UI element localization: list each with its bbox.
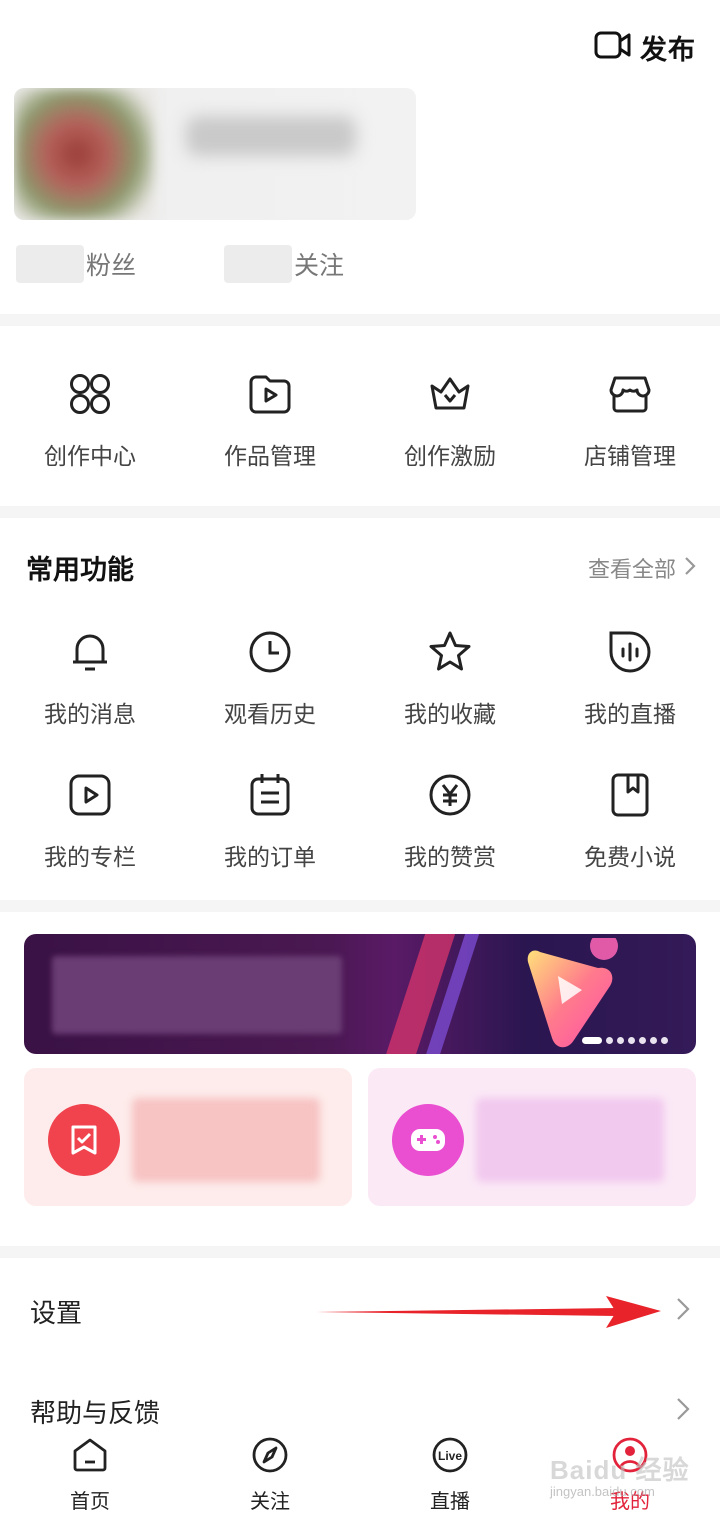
play-square-icon (66, 771, 114, 824)
pagination-dot (650, 1037, 657, 1044)
avatar[interactable] (14, 88, 154, 220)
live-wave-icon (606, 628, 654, 681)
card-text-blurred (132, 1098, 320, 1182)
username-blurred (186, 116, 356, 156)
live-logo-graphic (527, 938, 618, 1048)
common-functions-title: 常用功能 (26, 555, 134, 585)
creator-center-button[interactable]: 创作中心 (0, 370, 180, 471)
my-favorites-button[interactable]: 我的收藏 (360, 628, 540, 729)
store-icon (606, 370, 654, 423)
fans-label[interactable]: 粉丝 (86, 246, 136, 282)
bell-icon (66, 628, 114, 681)
card-text-blurred (476, 1098, 664, 1182)
my-rewards-button[interactable]: 我的赞赏 (360, 771, 540, 872)
yen-coin-icon (426, 771, 474, 824)
chevron-right-icon (676, 1397, 720, 1426)
creator-incentive-button[interactable]: 创作激励 (360, 370, 540, 471)
common-row-1: 我的消息 观看历史 我的收藏 我的直播 (0, 628, 720, 729)
see-all-link[interactable]: 查看全部 (588, 552, 696, 584)
chevron-right-icon (684, 556, 696, 581)
banner-pagination (582, 1037, 668, 1044)
pagination-dot (617, 1037, 624, 1044)
banner-text-blurred (52, 956, 342, 1034)
clock-icon (246, 628, 294, 681)
crown-icon (426, 370, 474, 423)
my-orders-button[interactable]: 我的订单 (180, 771, 360, 872)
my-messages-label: 我的消息 (44, 701, 136, 727)
svg-text:Live: Live (438, 1449, 462, 1463)
video-camera-icon (594, 30, 632, 65)
home-icon (71, 1436, 109, 1479)
my-column-label: 我的专栏 (44, 844, 136, 870)
chevron-right-icon (676, 1297, 720, 1326)
watch-history-label: 观看历史 (224, 701, 316, 727)
my-messages-button[interactable]: 我的消息 (0, 628, 180, 729)
nav-home-label: 首页 (70, 1491, 110, 1513)
my-live-button[interactable]: 我的直播 (540, 628, 720, 729)
promo-card-right[interactable] (368, 1068, 696, 1206)
nav-home[interactable]: 首页 (0, 1426, 180, 1521)
my-favorites-label: 我的收藏 (404, 701, 496, 727)
watermark: Baidu 经验 (550, 1455, 690, 1485)
section-divider (0, 1246, 720, 1258)
profile-card[interactable] (14, 88, 416, 220)
nav-live-label: 直播 (430, 1491, 470, 1513)
common-row-2: 我的专栏 我的订单 我的赞赏 免费小说 (0, 771, 720, 872)
section-divider (0, 900, 720, 912)
section-divider (0, 314, 720, 326)
free-novels-label: 免费小说 (584, 844, 676, 870)
bookmark-check-icon (48, 1104, 120, 1176)
publish-button[interactable]: 发布 (594, 28, 696, 67)
grid-four-icon (66, 370, 114, 423)
pagination-dot (661, 1037, 668, 1044)
pagination-dot (606, 1037, 613, 1044)
nav-live[interactable]: Live 直播 (360, 1426, 540, 1521)
order-calendar-icon (246, 771, 294, 824)
my-rewards-label: 我的赞赏 (404, 844, 496, 870)
compass-icon (251, 1436, 289, 1479)
star-icon (426, 628, 474, 681)
my-orders-label: 我的订单 (224, 844, 316, 870)
free-novels-button[interactable]: 免费小说 (540, 771, 720, 872)
play-folder-icon (246, 370, 294, 423)
store-manage-label: 店铺管理 (584, 443, 676, 469)
works-manage-label: 作品管理 (224, 443, 316, 469)
see-all-label: 查看全部 (587, 557, 676, 582)
following-label[interactable]: 关注 (294, 246, 344, 282)
book-bookmark-icon (606, 771, 654, 824)
pagination-dot (628, 1037, 635, 1044)
annotation-arrow (316, 1296, 661, 1328)
profile-stats: 粉丝 关注 (16, 244, 432, 284)
nav-follow-label: 关注 (250, 1491, 290, 1513)
gamepad-icon (392, 1104, 464, 1176)
pagination-dot (582, 1037, 602, 1044)
fans-count-blurred (16, 245, 84, 283)
promo-card-left[interactable] (24, 1068, 352, 1206)
store-manage-button[interactable]: 店铺管理 (540, 370, 720, 471)
my-live-label: 我的直播 (584, 701, 676, 727)
nav-follow[interactable]: 关注 (180, 1426, 360, 1521)
creator-incentive-label: 创作激励 (404, 443, 496, 469)
pagination-dot (639, 1037, 646, 1044)
publish-label: 发布 (640, 35, 696, 65)
following-count-blurred (224, 245, 293, 283)
section-divider (0, 506, 720, 518)
watch-history-button[interactable]: 观看历史 (180, 628, 360, 729)
creator-tools: 创作中心 作品管理 创作激励 店铺管理 (0, 370, 720, 471)
promo-banner[interactable] (24, 934, 696, 1054)
creator-center-label: 创作中心 (44, 443, 136, 469)
watermark-url: jingyan.baidu.com (550, 1484, 655, 1499)
live-icon: Live (431, 1436, 469, 1479)
help-feedback-label: 帮助与反馈 (30, 1397, 161, 1428)
my-column-button[interactable]: 我的专栏 (0, 771, 180, 872)
works-manage-button[interactable]: 作品管理 (180, 370, 360, 471)
